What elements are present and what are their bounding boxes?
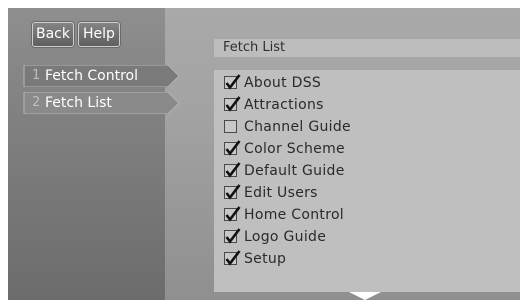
list-item-label: About DSS <box>244 75 322 91</box>
list-item-label: Color Scheme <box>244 141 345 157</box>
checkbox[interactable] <box>224 74 241 90</box>
app-frame: Back Help 1 Fetch Control 2 Fetch List F… <box>8 8 520 300</box>
checkmark-icon <box>225 162 241 178</box>
checkmark-icon <box>225 74 241 90</box>
list-item[interactable]: Setup <box>224 248 514 270</box>
list-item[interactable]: Edit Users <box>224 182 514 204</box>
back-button[interactable]: Back <box>32 22 74 47</box>
checkmark-icon <box>225 184 241 200</box>
list-item[interactable]: Logo Guide <box>224 226 514 248</box>
nav-item-fetch-control[interactable]: 1 Fetch Control <box>8 65 180 87</box>
checkmark-icon <box>225 96 241 112</box>
checkbox[interactable] <box>224 184 241 200</box>
checkmark-icon <box>225 250 241 266</box>
list-item[interactable]: Home Control <box>224 204 514 226</box>
list-item-label: Default Guide <box>244 163 345 179</box>
list-item[interactable]: About DSS <box>224 72 514 94</box>
checkbox[interactable] <box>224 120 237 133</box>
list-item-label: Edit Users <box>244 185 318 201</box>
checkbox[interactable] <box>224 96 241 112</box>
checkmark-icon <box>225 140 241 156</box>
nav-item-number: 1 <box>32 68 41 83</box>
checkbox[interactable] <box>224 250 241 266</box>
list-item[interactable]: Channel Guide <box>224 116 514 138</box>
down-triangle-icon[interactable] <box>349 292 381 300</box>
list-item-label: Attractions <box>244 97 324 113</box>
list-item[interactable]: Attractions <box>224 94 514 116</box>
checkbox[interactable] <box>224 206 241 222</box>
list-item-label: Home Control <box>244 207 345 223</box>
nav-item-label: Fetch Control <box>45 68 139 84</box>
nav-item-number: 2 <box>32 95 41 110</box>
help-button[interactable]: Help <box>78 22 120 47</box>
checkmark-icon <box>225 228 241 244</box>
list-item[interactable]: Color Scheme <box>224 138 514 160</box>
list-item-label: Channel Guide <box>244 119 351 135</box>
list-title: Fetch List <box>214 39 520 57</box>
list-item-label: Logo Guide <box>244 229 327 245</box>
list-item[interactable]: Default Guide <box>224 160 514 182</box>
checkbox[interactable] <box>224 140 241 156</box>
checkbox[interactable] <box>224 162 241 178</box>
checkmark-icon <box>225 206 241 222</box>
fetch-list: About DSS Attractions Channel Guide Colo… <box>214 70 520 292</box>
list-item-label: Setup <box>244 251 287 267</box>
nav-item-fetch-list[interactable]: 2 Fetch List <box>8 92 180 114</box>
nav-item-label: Fetch List <box>45 95 112 111</box>
sidebar <box>8 8 165 300</box>
checkbox[interactable] <box>224 228 241 244</box>
